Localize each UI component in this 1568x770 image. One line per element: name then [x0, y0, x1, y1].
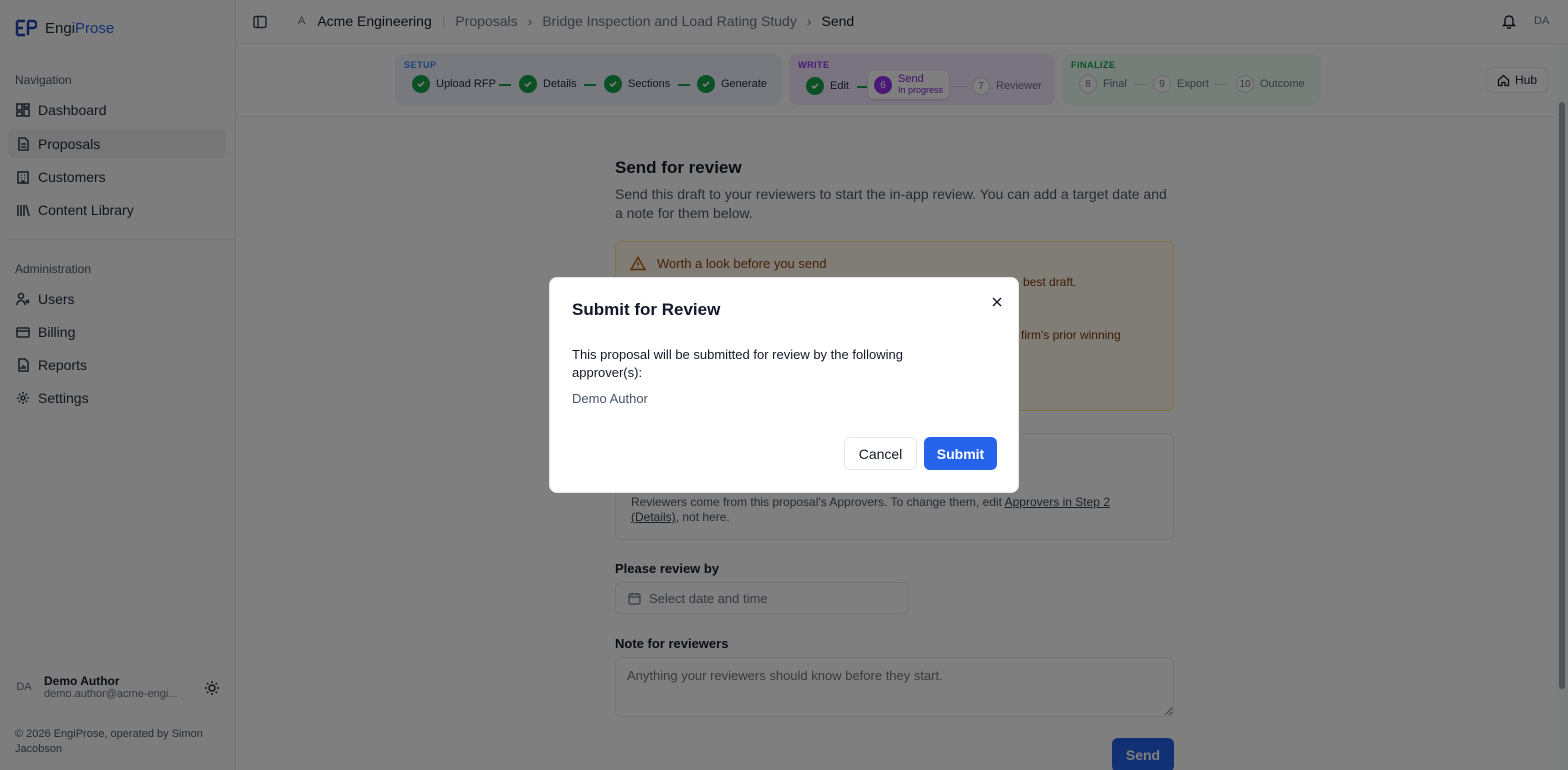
submit-button[interactable]: Submit [924, 437, 997, 470]
cancel-button[interactable]: Cancel [844, 437, 917, 470]
approver-name: Demo Author [572, 391, 648, 406]
dialog-title: Submit for Review [572, 300, 721, 319]
dialog-body: This proposal will be submitted for revi… [572, 347, 903, 380]
submit-review-dialog: Submit for Review This proposal will be … [549, 277, 1019, 493]
close-button[interactable] [989, 294, 1005, 310]
close-icon [992, 297, 1002, 307]
